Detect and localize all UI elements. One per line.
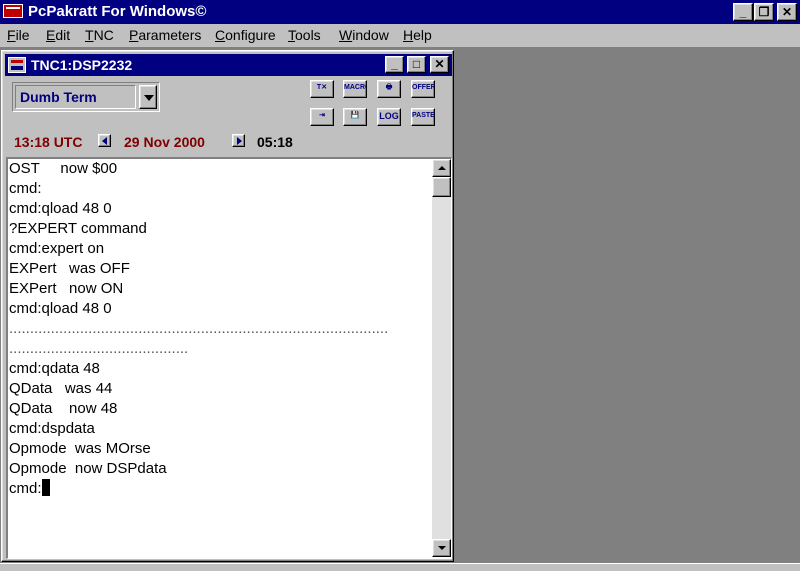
menu-tnc[interactable]: TNC [85, 27, 114, 43]
date-display: 29 Nov 2000 [124, 134, 205, 150]
menu-bar: File Edit TNC Parameters Configure Tools… [0, 24, 800, 47]
paste-button[interactable]: PASTE [411, 108, 435, 126]
menu-edit[interactable]: Edit [46, 27, 70, 43]
terminal-line: Opmode was MOrse [9, 440, 151, 457]
scroll-up-icon[interactable] [432, 159, 451, 177]
terminal-pane[interactable]: OST now $00 cmd: cmd:qload 48 0 ?EXPERT … [6, 157, 452, 559]
terminal-line: EXPert now ON [9, 280, 124, 297]
vertical-scrollbar[interactable] [432, 159, 451, 557]
log-button[interactable]: LOG [377, 108, 401, 126]
utc-time: 13:18 UTC [14, 134, 83, 150]
app-restore-button[interactable]: ❐ [754, 3, 774, 21]
terminal-line: ........................................… [9, 340, 189, 357]
app-logo-icon[interactable] [3, 4, 23, 18]
text-cursor [41, 479, 50, 496]
menu-file[interactable]: File [7, 27, 30, 43]
menu-tools[interactable]: Tools [288, 27, 321, 43]
terminal-line: OST now $00 [9, 160, 118, 177]
clear-screen-button[interactable]: T✕ [310, 80, 334, 98]
tnc-close-button[interactable]: ✕ [430, 56, 449, 73]
tnc-window-icon[interactable] [8, 57, 26, 73]
tnc-window-title: TNC1:DSP2232 [31, 57, 133, 73]
tnc-maximize-button[interactable]: □ [407, 56, 426, 73]
bottom-strip [0, 563, 800, 571]
terminal-line: cmd:dspdata [9, 420, 95, 437]
app-minimize-button[interactable]: _ [733, 3, 753, 21]
chevron-down-icon[interactable] [139, 85, 157, 109]
app-title: PcPakratt For Windows© [28, 3, 207, 20]
scroll-thumb[interactable] [432, 177, 451, 197]
terminal-output[interactable]: OST now $00 cmd: cmd:qload 48 0 ?EXPERT … [9, 159, 429, 557]
terminal-line: ........................................… [9, 320, 389, 337]
print-button[interactable]: 🖶 [377, 80, 401, 98]
date-next-icon[interactable] [232, 134, 245, 147]
tnc-minimize-button[interactable]: _ [385, 56, 404, 73]
mode-select-value[interactable]: Dumb Term [15, 85, 136, 109]
terminal-prompt: cmd: [9, 480, 42, 497]
terminal-line: cmd:expert on [9, 240, 105, 257]
menu-window[interactable]: Window [339, 27, 389, 43]
terminal-prompt-line[interactable]: cmd: [9, 479, 429, 499]
date-prev-icon[interactable] [98, 134, 111, 147]
local-time: 05:18 [257, 134, 293, 150]
app-titlebar: PcPakratt For Windows© _ ❐ ✕ [0, 0, 800, 24]
terminal-line: ?EXPERT command [9, 220, 147, 237]
terminal-line: QData was 44 [9, 380, 113, 397]
offer-button[interactable]: OFFER [411, 80, 435, 98]
save-button[interactable]: 💾 [343, 108, 367, 126]
menu-configure[interactable]: Configure [215, 27, 276, 43]
terminal-line: QData now 48 [9, 400, 118, 417]
app-close-button[interactable]: ✕ [777, 3, 797, 21]
receive-file-button[interactable]: ⇥ [310, 108, 334, 126]
scroll-down-icon[interactable] [432, 539, 451, 557]
terminal-line: cmd:qload 48 0 [9, 300, 112, 317]
terminal-line: Opmode now DSPdata [9, 460, 167, 477]
menu-parameters[interactable]: Parameters [129, 27, 201, 43]
macro-button[interactable]: MACRO [343, 80, 367, 98]
tnc-titlebar[interactable]: TNC1:DSP2232 _ □ ✕ [5, 54, 452, 76]
tnc-window: TNC1:DSP2232 _ □ ✕ Dumb Term T✕ MACRO 🖶 … [1, 50, 454, 562]
mode-select[interactable]: Dumb Term [12, 82, 160, 112]
terminal-line: EXPert was OFF [9, 260, 130, 277]
terminal-line: cmd:qload 48 0 [9, 200, 112, 217]
menu-help[interactable]: Help [403, 27, 432, 43]
terminal-line: cmd:qdata 48 [9, 360, 100, 377]
terminal-line: cmd: [9, 180, 42, 197]
